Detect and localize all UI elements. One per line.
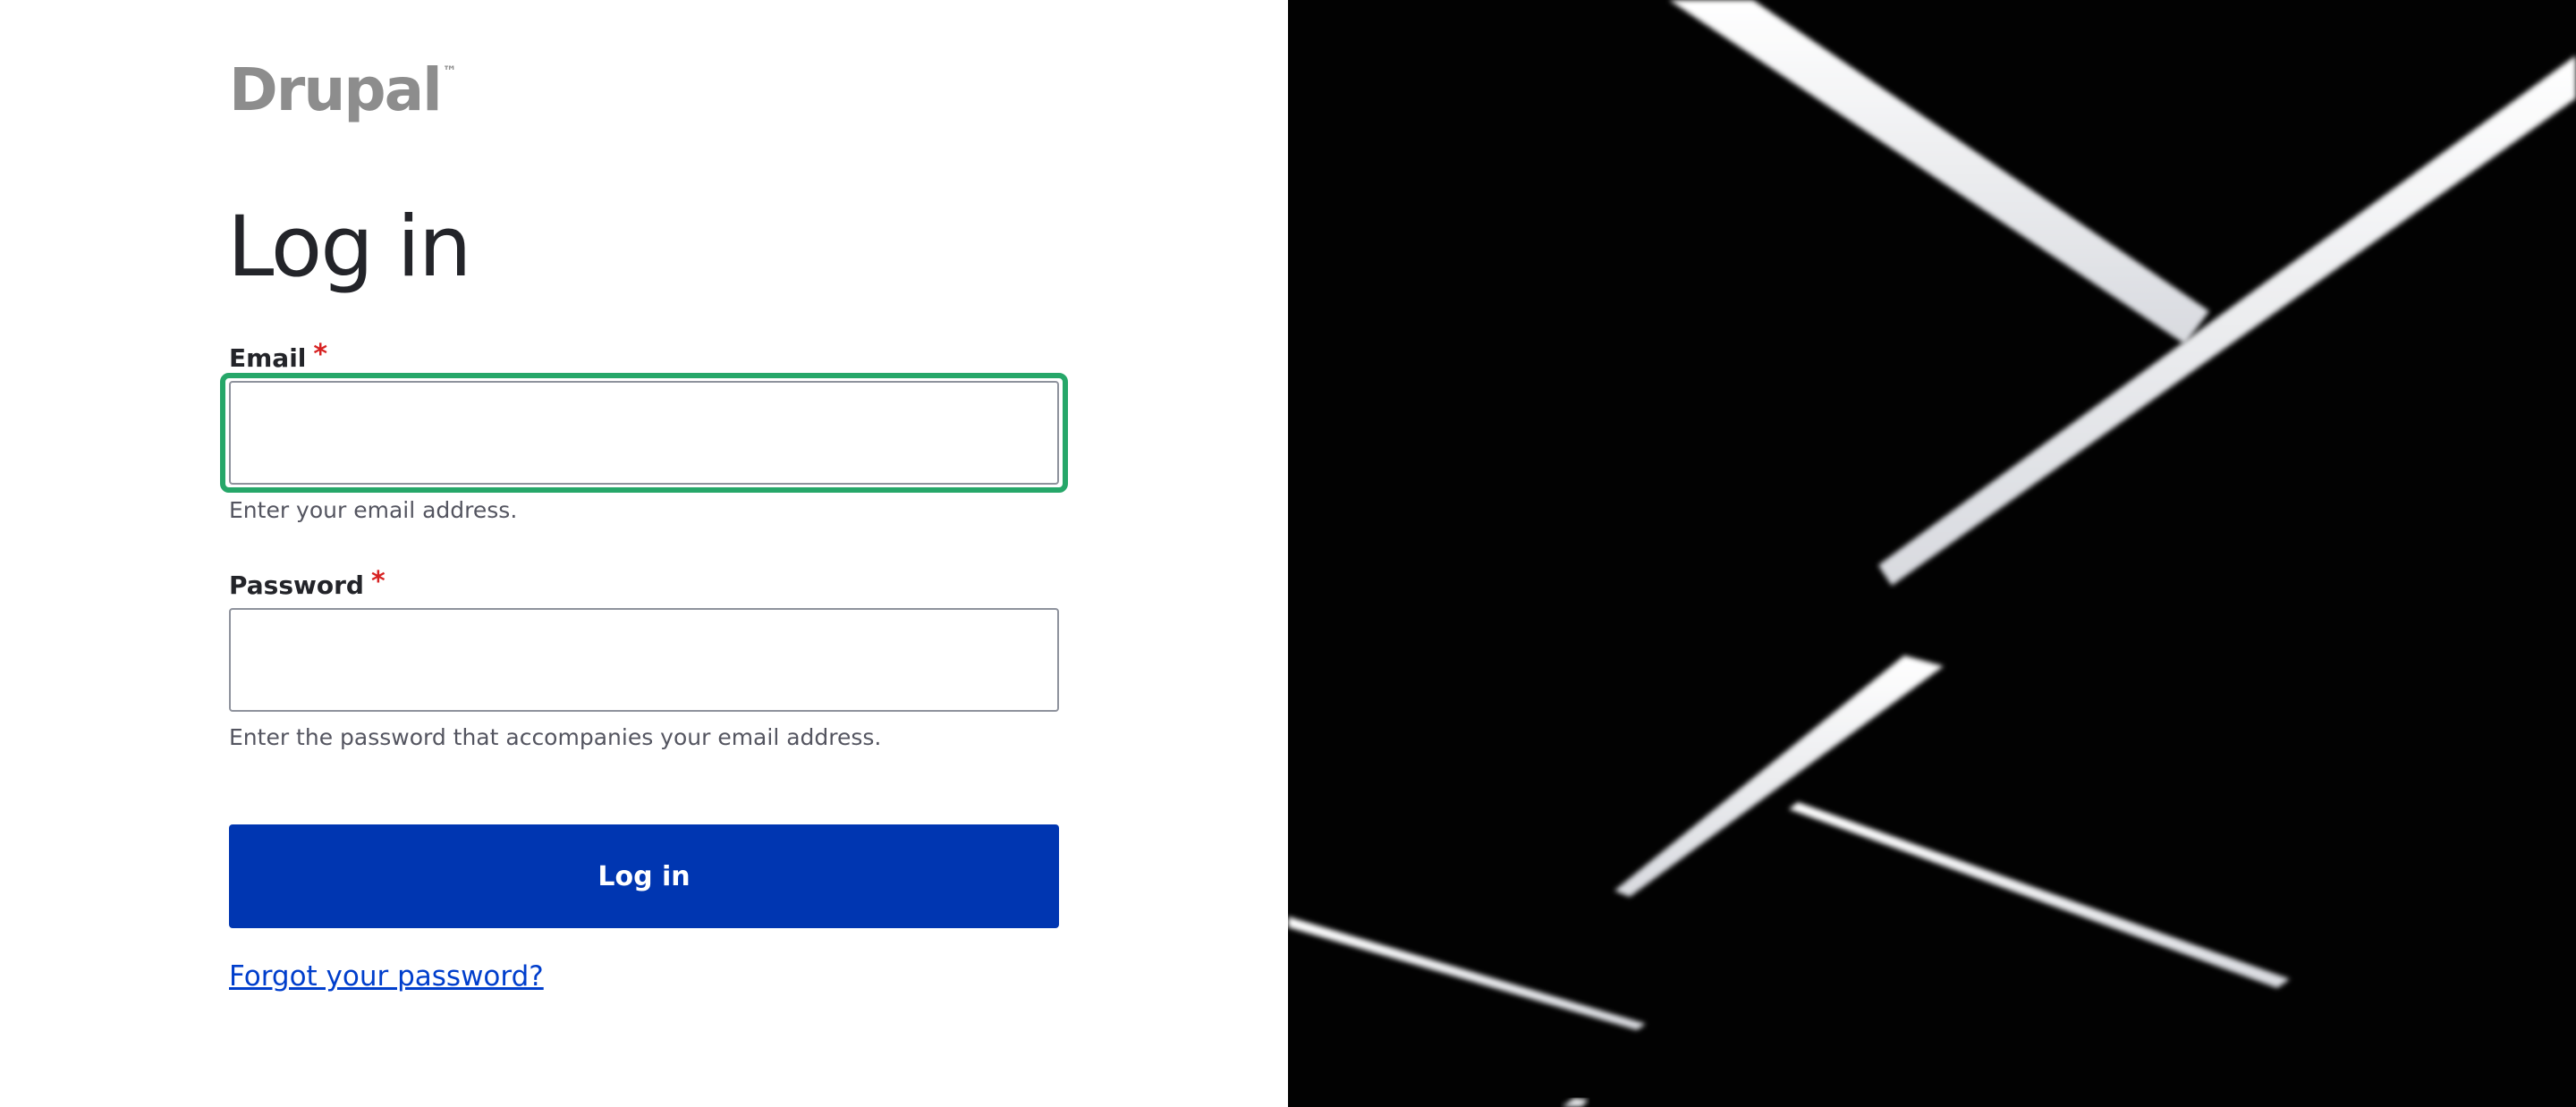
email-description: Enter your email address. bbox=[229, 497, 518, 523]
login-button[interactable]: Log in bbox=[229, 824, 1059, 928]
password-label-text: Password bbox=[229, 570, 364, 600]
ceiling-lights-image bbox=[1288, 0, 2576, 1107]
login-panel: Drupal ™ Log in Email * Enter your email … bbox=[0, 0, 1288, 1107]
email-field[interactable] bbox=[229, 381, 1059, 485]
email-label: Email * bbox=[229, 340, 327, 374]
password-field[interactable] bbox=[229, 608, 1059, 712]
hero-image-panel bbox=[1288, 0, 2576, 1107]
logo-trademark: ™ bbox=[442, 63, 457, 80]
login-page: Drupal ™ Log in Email * Enter your email … bbox=[0, 0, 2576, 1107]
email-required-marker: * bbox=[313, 339, 328, 370]
email-label-text: Email bbox=[229, 343, 307, 373]
logo-wordmark: Drupal bbox=[229, 55, 443, 124]
password-required-marker: * bbox=[370, 566, 386, 597]
password-label: Password * bbox=[229, 567, 386, 601]
drupal-logo[interactable]: Drupal ™ bbox=[229, 59, 457, 122]
page-title: Log in bbox=[227, 199, 471, 296]
password-description: Enter the password that accompanies your… bbox=[229, 724, 882, 750]
forgot-password-link[interactable]: Forgot your password? bbox=[229, 960, 544, 993]
